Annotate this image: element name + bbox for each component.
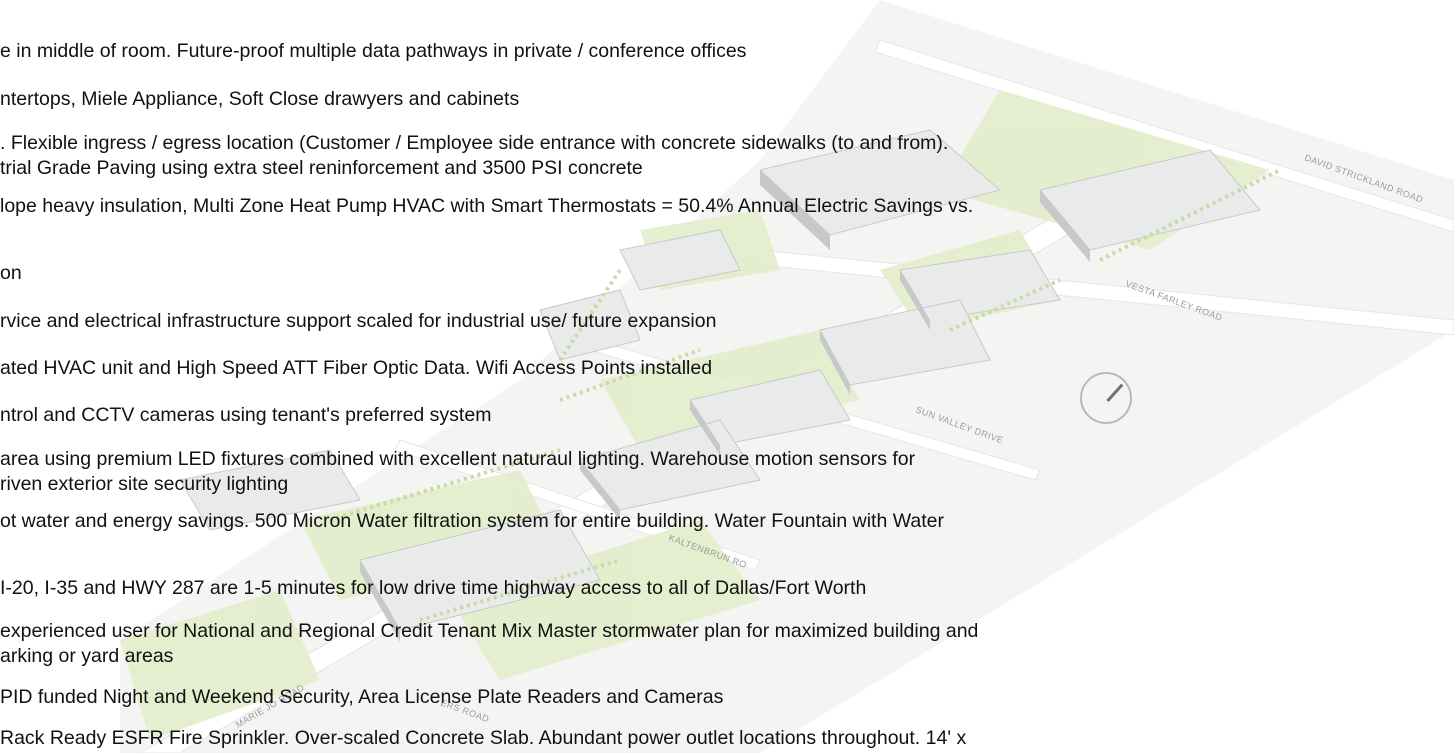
feature-line: Rack Ready ESFR Fire Sprinkler. Over-sca…: [0, 727, 967, 749]
feature-line: e in middle of room. Future-proof multip…: [0, 40, 747, 62]
feature-line: ntrol and CCTV cameras using tenant's pr…: [0, 404, 492, 426]
feature-line: arking or yard areas: [0, 645, 174, 667]
feature-line: ated HVAC unit and High Speed ATT Fiber …: [0, 357, 713, 379]
feature-line: ntertops, Miele Appliance, Soft Close dr…: [0, 88, 520, 110]
feature-text-list: e in middle of room. Future-proof multip…: [0, 0, 1454, 753]
feature-line: on: [0, 262, 22, 284]
feature-line: lope heavy insulation, Multi Zone Heat P…: [0, 195, 974, 217]
feature-line: rvice and electrical infrastructure supp…: [0, 310, 717, 332]
feature-line: area using premium LED fixtures combined…: [0, 448, 916, 470]
feature-line: I-20, I-35 and HWY 287 are 1-5 minutes f…: [0, 577, 867, 599]
feature-line: . Flexible ingress / egress location (Cu…: [0, 132, 949, 154]
feature-line: experienced user for National and Region…: [0, 620, 979, 642]
feature-line: ot water and energy savings. 500 Micron …: [0, 510, 944, 532]
feature-line: trial Grade Paving using extra steel ren…: [0, 157, 643, 179]
feature-line: riven exterior site security lighting: [0, 473, 289, 495]
feature-line: PID funded Night and Weekend Security, A…: [0, 686, 724, 708]
